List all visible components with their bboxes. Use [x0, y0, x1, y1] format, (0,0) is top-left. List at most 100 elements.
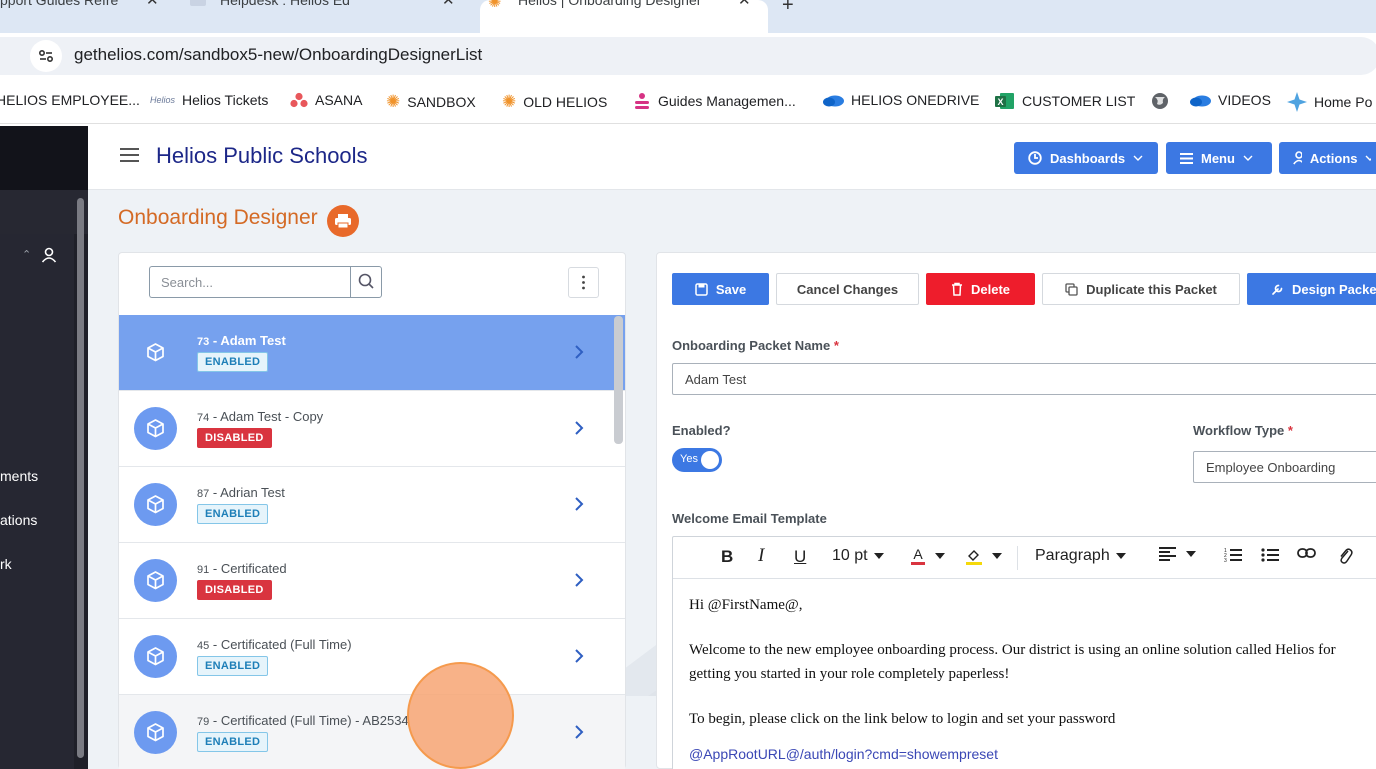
asana-icon — [290, 92, 308, 108]
onedrive-icon — [1190, 95, 1211, 107]
packet-title: Adam Test - Copy — [220, 409, 324, 424]
browser-tab-strip: pport Guides Refre ✕ Helpdesk : Helios E… — [0, 0, 1376, 33]
new-tab-button[interactable]: + — [782, 0, 794, 17]
svg-text:A: A — [913, 547, 923, 562]
bookmark-videos[interactable]: VIDEOS — [1189, 92, 1271, 108]
sidebar-logo-area — [0, 126, 88, 190]
bookmark-helios-employee[interactable]: HELIOS EMPLOYEE... — [0, 92, 140, 108]
status-badge: DISABLED — [197, 580, 272, 600]
search-button[interactable] — [350, 266, 382, 298]
insert-link-button[interactable] — [1297, 547, 1316, 559]
workflow-type-select[interactable]: Employee Onboarding — [1193, 451, 1376, 483]
guides-icon — [635, 93, 649, 109]
list-scrollbar[interactable] — [614, 316, 623, 444]
underline-button[interactable]: U — [794, 547, 806, 567]
status-badge: ENABLED — [197, 656, 269, 676]
packet-number: 74 — [197, 412, 210, 424]
list-options-button[interactable] — [568, 267, 599, 298]
sidebar-scrollbar[interactable] — [77, 198, 84, 758]
site-settings-icon[interactable] — [30, 40, 62, 72]
dashboards-button[interactable]: Dashboards — [1014, 142, 1158, 174]
email-paragraph-line: getting you started in your role complet… — [689, 666, 1010, 682]
chevron-right-icon — [575, 345, 584, 359]
browser-tab-onboarding-designer[interactable]: ✺ Helios | Onboarding Designer ✕ — [480, 0, 768, 33]
email-paragraph-line: Welcome to the new employee onboarding p… — [689, 642, 1336, 658]
click-indicator — [407, 662, 514, 769]
box-icon — [147, 343, 164, 362]
browser-tab-support-guides[interactable]: pport Guides Refre ✕ — [0, 0, 172, 33]
sidebar-item-work[interactable]: rk — [0, 556, 12, 572]
caret-down-icon — [935, 553, 945, 559]
enabled-toggle[interactable]: Yes — [672, 448, 722, 472]
block-format-select[interactable]: Paragraph — [1035, 547, 1126, 565]
cancel-changes-button[interactable]: Cancel Changes — [776, 273, 919, 305]
text-color-icon: A — [911, 547, 925, 565]
search-icon — [358, 273, 374, 289]
font-size-select[interactable]: 10 pt — [832, 547, 884, 565]
text-color-button[interactable]: A — [911, 547, 945, 565]
bookmark-guides-management[interactable]: Guides Managemen... — [633, 92, 796, 110]
packet-name-input[interactable]: Adam Test — [672, 363, 1376, 395]
packet-title: Certificated (Full Time) — [220, 637, 352, 652]
chevron-up-icon[interactable]: ⌃ — [22, 248, 31, 261]
caret-down-icon — [1186, 551, 1196, 557]
copy-icon — [1065, 282, 1078, 296]
status-badge: ENABLED — [197, 732, 269, 752]
align-button[interactable] — [1159, 547, 1196, 561]
bookmark-globe[interactable] — [1151, 92, 1169, 110]
menu-button[interactable]: Menu — [1166, 142, 1272, 174]
packet-list-item[interactable]: 45 - Certificated (Full Time) ENABLED — [119, 619, 625, 695]
bold-button[interactable]: B — [721, 547, 733, 567]
bookmarks-bar: HELIOS EMPLOYEE... Helios Helios Tickets … — [0, 78, 1376, 124]
label-text: Workflow Type — [1193, 423, 1285, 438]
italic-button[interactable]: I — [758, 545, 764, 567]
bookmark-sandbox[interactable]: ✺ SANDBOX — [386, 92, 476, 112]
attach-button[interactable] — [1337, 547, 1353, 565]
sidebar-item-documents[interactable]: ments — [0, 468, 38, 484]
bullet-list-button[interactable] — [1261, 547, 1279, 563]
numbered-list-button[interactable]: 123 — [1224, 547, 1242, 563]
sidebar-item-notifications[interactable]: ations — [0, 512, 37, 528]
enabled-label: Enabled? — [672, 423, 731, 438]
packet-list-item[interactable]: 74 - Adam Test - Copy DISABLED — [119, 391, 625, 467]
close-tab-icon[interactable]: ✕ — [442, 0, 455, 9]
design-packet-button[interactable]: Design Packet — [1247, 273, 1376, 305]
packet-name: 73 - Adam Test — [197, 333, 286, 348]
bookmark-home-portal[interactable]: Home Po — [1287, 92, 1372, 112]
welcome-email-label: Welcome Email Template — [672, 511, 827, 526]
sun-icon: ✺ — [386, 92, 401, 111]
bookmark-asana[interactable]: ASANA — [290, 92, 362, 108]
print-button[interactable] — [327, 205, 359, 237]
delete-button[interactable]: Delete — [926, 273, 1035, 305]
packet-title: Adam Test — [220, 333, 286, 348]
duplicate-packet-button[interactable]: Duplicate this Packet — [1042, 273, 1240, 305]
caret-down-icon — [873, 553, 884, 559]
packet-number: 73 — [197, 336, 210, 348]
browser-tab-helpdesk[interactable]: Helpdesk : Helios Ed ✕ — [176, 0, 466, 33]
packet-list-item[interactable]: 73 - Adam Test ENABLED — [119, 315, 625, 391]
actions-button[interactable]: Actions — [1279, 142, 1376, 174]
packet-list-item[interactable]: 87 - Adrian Test ENABLED — [119, 467, 625, 543]
page-title: Onboarding Designer — [118, 206, 318, 229]
chevron-down-icon — [1365, 155, 1371, 161]
status-badge: ENABLED — [197, 504, 269, 524]
user-icon[interactable] — [41, 247, 57, 263]
packet-list-item[interactable]: 79 - Certificated (Full Time) - AB2534 E… — [119, 695, 625, 769]
close-tab-icon[interactable]: ✕ — [146, 0, 159, 9]
packet-list-item[interactable]: 91 - Certificated DISABLED — [119, 543, 625, 619]
bookmark-helios-tickets[interactable]: Helios Helios Tickets — [150, 92, 268, 108]
bookmark-label: VIDEOS — [1218, 92, 1271, 108]
search-input[interactable]: Search... — [149, 266, 351, 298]
email-login-link[interactable]: @AppRootURL@/auth/login?cmd=showempreset — [689, 746, 998, 762]
bookmark-helios-onedrive[interactable]: HELIOS ONEDRIVE — [822, 92, 979, 108]
bookmark-old-helios[interactable]: ✺ OLD HELIOS — [502, 92, 607, 112]
bookmark-customer-list[interactable]: X CUSTOMER LIST — [995, 92, 1135, 110]
url-text[interactable]: gethelios.com/sandbox5-new/OnboardingDes… — [74, 45, 482, 65]
hamburger-menu-icon[interactable] — [120, 147, 140, 163]
button-label: Dashboards — [1050, 150, 1126, 166]
save-button[interactable]: Save — [672, 273, 769, 305]
close-tab-icon[interactable]: ✕ — [738, 0, 751, 9]
caret-down-icon — [992, 553, 1002, 559]
highlight-color-button[interactable] — [966, 547, 1002, 565]
sidebar-nav: ⌃ ments ations rk — [0, 234, 74, 769]
